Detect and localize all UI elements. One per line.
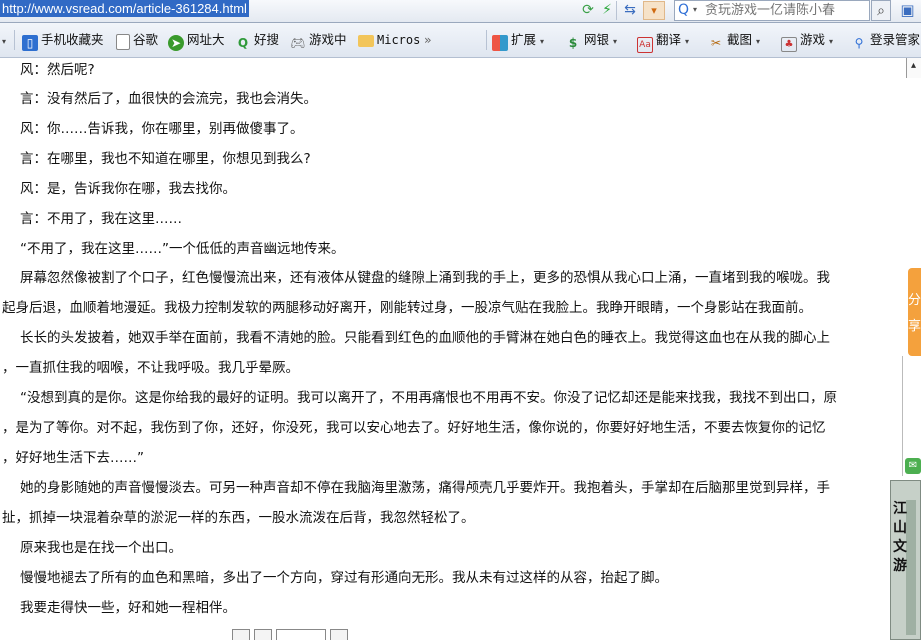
game-icon: ♣	[781, 37, 797, 52]
url-field[interactable]: http://www.vsread.com/article-361284.htm…	[0, 0, 249, 17]
home-icon: ➤	[168, 35, 184, 51]
share-tab[interactable]: 分享	[908, 268, 921, 356]
gamepad-icon: 🎮︎	[290, 36, 306, 50]
bookmark-url-directory[interactable]: ➤ 网址大	[168, 31, 225, 51]
bookmark-google[interactable]: 谷歌	[116, 31, 158, 50]
chevron-down-icon[interactable]: ▾	[613, 37, 617, 46]
extension-icon	[492, 35, 508, 51]
tool-extensions[interactable]: 扩展 ▾	[492, 31, 544, 51]
article-line: 慢慢地褪去了所有的血色和黑暗，多出了一个方向，穿过有形通向无形。我从未有过这样的…	[20, 570, 668, 586]
window-icon[interactable]: ▣	[894, 0, 921, 21]
bookmark-game-center[interactable]: 🎮︎ 游戏中	[290, 31, 346, 50]
article-line: 原来我也是在找一个出口。	[20, 540, 182, 556]
translate-icon: Aa	[637, 37, 653, 53]
folder-icon	[358, 35, 374, 47]
page-box[interactable]	[254, 629, 272, 640]
article-line: 她的身影随她的声音慢慢淡去。可另一种声音却不停在我脑海里激荡，痛得颅壳几乎要炸开…	[20, 480, 830, 496]
login-icon: ⚲	[854, 36, 864, 50]
article-line: 起身后退，血顺着地漫延。我极力控制发软的两腿移动好离开，刚能转过身，一股凉气贴在…	[2, 300, 812, 316]
bookmark-microsoft[interactable]: Micros	[358, 31, 420, 49]
chevron-down-icon[interactable]: ▾	[829, 37, 833, 46]
article-line: “没想到真的是你。这是你给我的最好的证明。我可以离开了，不用再痛恨也不用再不安。…	[20, 390, 837, 406]
bank-icon: $	[568, 36, 578, 50]
article-line: 风：然后呢?	[20, 62, 95, 78]
search-button[interactable]: ⌕	[871, 0, 891, 21]
article-line: “不用了，我在这里……”一个低低的声音幽远地传来。	[20, 241, 345, 257]
pagination	[230, 629, 350, 640]
toolbar-menu-caret[interactable]: ▾	[2, 31, 6, 49]
article-line: 长长的头发披着，她双手举在面前，我看不清她的脸。只能看到红色的血顺他的手臂淋在她…	[20, 330, 830, 346]
tool-games[interactable]: ♣ 游戏 ▾	[781, 31, 833, 52]
address-bar: http://www.vsread.com/article-361284.htm…	[0, 0, 921, 23]
page-jump-input[interactable]	[276, 629, 326, 640]
chevron-down-icon[interactable]: ▾	[693, 5, 697, 14]
side-ad-text: 江山文游	[893, 501, 907, 574]
chevron-down-icon[interactable]: ▾	[756, 37, 760, 46]
history-dropdown-button[interactable]: ▾	[643, 1, 665, 20]
article-content: 风：然后呢? 言：没有然后了，血很快的会流完，我也会消失。 风：你……告诉我，你…	[0, 58, 892, 640]
page-go-button[interactable]	[330, 629, 348, 640]
article-line: ，一直抓住我的咽喉，不让我呼吸。我几乎晕厥。	[2, 360, 299, 376]
tool-login-manager[interactable]: ⚲ 登录管家	[851, 31, 920, 50]
back-forward-icon[interactable]: ⇆	[620, 0, 640, 20]
bookmark-haosou[interactable]: Q 好搜	[235, 31, 279, 50]
article-line: 风：是，告诉我你在哪，我去找你。	[20, 181, 236, 197]
phone-icon: ▯	[22, 35, 38, 51]
article-line: 风：你……告诉我，你在哪里，别再做傻事了。	[20, 121, 304, 137]
more-bookmarks-chevron[interactable]: »	[424, 31, 432, 49]
tool-translate[interactable]: Aa 翻译 ▾	[637, 31, 689, 53]
search-engine-icon[interactable]: Q	[678, 2, 689, 19]
divider	[616, 1, 617, 20]
article-line: 言：没有然后了，血很快的会流完，我也会消失。	[20, 91, 317, 107]
speed-mode-icon[interactable]: ⚡	[597, 0, 617, 20]
page-icon	[116, 34, 130, 50]
screenshot-icon: ✂	[710, 36, 722, 50]
tool-screenshot[interactable]: ✂ 截图 ▾	[708, 31, 760, 50]
article-line: 屏幕忽然像被割了个口子，红色慢慢流出来，还有液体从键盘的缝隙上涌到我的手上，更多…	[20, 270, 830, 286]
refresh-icon[interactable]: ⟳	[578, 0, 598, 20]
article-line: 我要走得快一些，好和她一程相伴。	[20, 600, 236, 616]
search-engine-icon: Q	[237, 36, 249, 50]
article-line: 言：在哪里，我也不知道在哪里，你想见到我么?	[20, 151, 311, 167]
scroll-up-icon[interactable]: ▴	[911, 60, 916, 71]
search-input[interactable]	[705, 1, 867, 20]
article-line: ，是为了等你。对不起，我伤到了你，还好，你没死，我可以安心地去了。好好地生活，像…	[2, 420, 826, 436]
article-line: 言：不用了，我在这里……	[20, 211, 182, 227]
chevron-down-icon[interactable]: ▾	[685, 37, 689, 46]
chevron-down-icon[interactable]: ▾	[540, 37, 544, 46]
tool-online-banking[interactable]: $ 网银 ▾	[565, 31, 617, 50]
wechat-icon[interactable]: ✉	[905, 458, 921, 474]
bookmarks-toolbar: ▾ ▯ 手机收藏夹 谷歌 ➤ 网址大 Q 好搜 🎮︎ 游戏中 Micros » 扩展 ▾ …	[0, 23, 921, 58]
page-box[interactable]	[232, 629, 250, 640]
article-line: ，好好地生活下去……”	[2, 450, 144, 466]
search-box[interactable]: Q ▾	[674, 0, 870, 21]
article-line: 扯，抓掉一块混着杂草的淤泥一样的东西，一股水流泼在后背，我忽然轻松了。	[2, 510, 475, 526]
bookmark-phone-favorites[interactable]: ▯ 手机收藏夹	[22, 31, 104, 51]
